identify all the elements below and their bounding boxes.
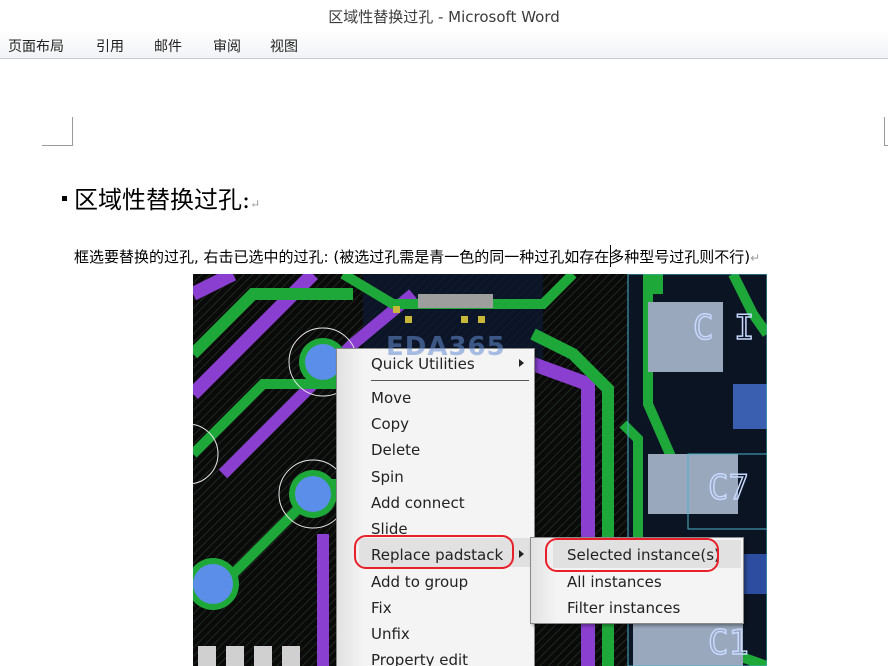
tab-view[interactable]: 视图 [270,36,298,56]
label-c1: C1 [708,623,749,663]
window-title: 区域性替换过孔 - Microsoft Word [328,8,560,26]
menu-item-spin[interactable]: Spin [371,468,404,486]
menu-item-unfix[interactable]: Unfix [371,625,410,643]
submenu-arrow-icon [519,550,524,558]
paragraph-mark-icon: ↵ [250,197,261,211]
menu-item-property-edit[interactable]: Property edit [371,651,468,666]
submenu-arrow-icon [519,359,524,367]
context-menu: Quick Utilities Move Copy Delete Spin Ad… [336,348,535,666]
submenu-item-filter-instances[interactable]: Filter instances [567,599,680,617]
document-heading: 区域性替换过孔:↵ [62,180,260,215]
watermark-logo: EDA365 [386,332,506,362]
menu-item-fix[interactable]: Fix [371,599,392,617]
tab-mailings[interactable]: 邮件 [154,36,182,56]
pcb-screenshot: C7 C1 C I Quick Utilities Move Copy Dele… [193,274,767,666]
title-bar: 区域性替换过孔 - Microsoft Word [0,0,888,30]
tab-page-layout[interactable]: 页面布局 [8,36,64,56]
text-cursor [610,245,611,267]
margin-corner-left [42,117,73,146]
margin-corner-right [884,117,888,146]
menu-separator [371,380,529,381]
label-c7: C7 [708,468,749,508]
tab-references[interactable]: 引用 [96,36,124,56]
annotation-oval-replace-padstack [354,535,514,569]
label-top-right: C I [693,308,754,348]
paragraph-text: 框选要替换的过孔, 右击已选中的过孔: (被选过孔需是青一色的同一种过孔如存在多… [74,248,751,266]
menu-item-add-to-group[interactable]: Add to group [371,573,468,591]
menu-item-add-connect[interactable]: Add connect [371,494,465,512]
menu-gutter [337,349,363,666]
ribbon-tabs: 页面布局 引用 邮件 审阅 视图 [0,30,888,59]
menu-item-move[interactable]: Move [371,389,411,407]
document-paragraph: 框选要替换的过孔, 右击已选中的过孔: (被选过孔需是青一色的同一种过孔如存在多… [74,246,760,267]
paragraph-mark-icon: ↵ [750,251,761,265]
menu-item-copy[interactable]: Copy [371,415,409,433]
annotation-oval-selected-instances [545,538,719,572]
heading-text: 区域性替换过孔: [74,186,251,214]
tab-review[interactable]: 审阅 [213,36,241,56]
submenu-item-all-instances[interactable]: All instances [567,573,662,591]
heading-bullet-icon [62,196,67,201]
menu-item-delete[interactable]: Delete [371,441,420,459]
